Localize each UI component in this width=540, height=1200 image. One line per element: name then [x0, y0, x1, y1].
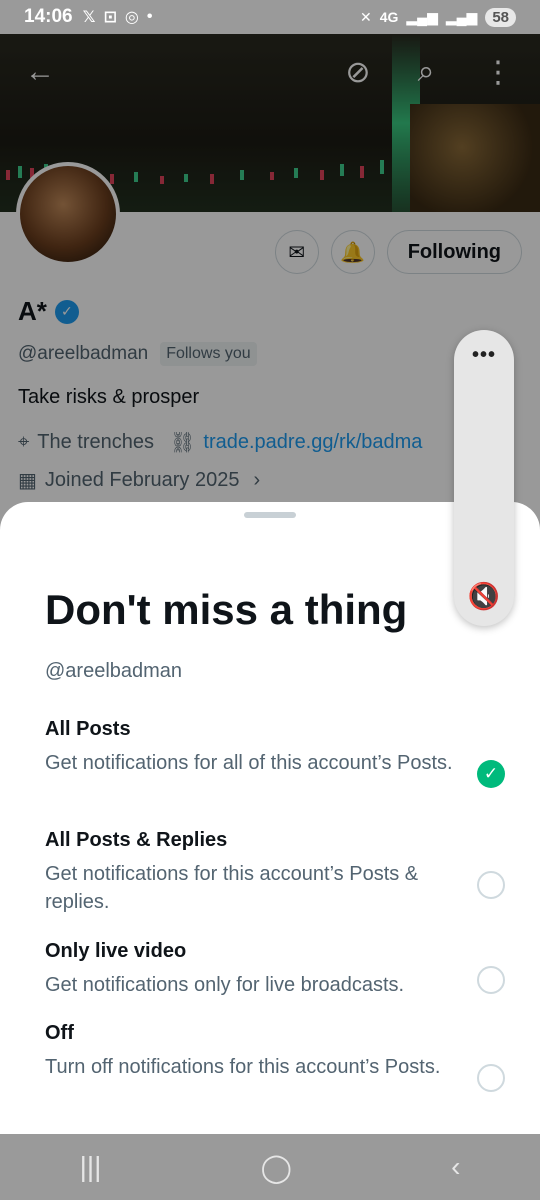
option-description: Get notifications for this account’s Pos…	[45, 863, 419, 913]
mute-icon: ✕	[359, 8, 372, 25]
sheet-grabber[interactable]	[244, 512, 296, 518]
signal-icon: ▂▄▆	[406, 8, 438, 25]
signal-icon-2: ▂▄▆	[445, 8, 478, 25]
sheet-handle: @areelbadman	[45, 660, 183, 682]
battery-icon: 58	[485, 7, 516, 27]
option-only-live-video[interactable]: Only live video Get notifications only f…	[45, 940, 505, 999]
radio-checked-icon[interactable]: ✓	[477, 760, 505, 788]
option-title: All Posts & Replies	[45, 829, 228, 851]
volume-mute-icon[interactable]: 🔇	[454, 581, 514, 612]
screenshot-icon: ⊡	[103, 9, 117, 26]
option-title: Only live video	[45, 940, 187, 962]
radio-unchecked-icon[interactable]	[477, 871, 505, 899]
back-icon[interactable]: ‹	[451, 1151, 460, 1183]
whatsapp-icon: ◎	[124, 9, 139, 26]
dot-icon: •	[146, 8, 153, 25]
radio-unchecked-icon[interactable]	[477, 966, 505, 994]
option-off[interactable]: Off Turn off notifications for this acco…	[45, 1022, 505, 1092]
option-description: Turn off notifications for this account’…	[45, 1056, 441, 1078]
option-all-posts-replies[interactable]: All Posts & Replies Get notifications fo…	[45, 829, 505, 916]
option-all-posts[interactable]: All Posts Get notifications for all of t…	[45, 718, 505, 788]
volume-panel[interactable]: ••• 🔇	[454, 330, 514, 626]
option-title: All Posts	[45, 718, 131, 740]
sheet-title: Don't miss a thing	[45, 586, 408, 633]
notification-icons: 𝕏 ⊡ ◎ •	[83, 7, 153, 27]
option-description: Get notifications only for live broadcas…	[45, 974, 405, 996]
home-icon[interactable]: ◯	[261, 1151, 292, 1184]
volume-menu-icon[interactable]: •••	[454, 344, 514, 367]
network-label: 4G	[379, 9, 399, 25]
status-bar: 14:06 𝕏 ⊡ ◎ • ✕ 4G ▂▄▆ ▂▄▆ 58	[0, 0, 540, 34]
option-title: Off	[45, 1022, 74, 1044]
recents-icon[interactable]: |||	[80, 1151, 102, 1183]
x-icon: 𝕏	[82, 9, 96, 26]
system-icons: ✕ 4G ▂▄▆ ▂▄▆ 58	[359, 7, 516, 27]
option-description: Get notifications for all of this accoun…	[45, 752, 453, 774]
status-time: 14:06	[24, 6, 73, 27]
system-nav-bar: ||| ◯ ‹	[0, 1134, 540, 1200]
radio-unchecked-icon[interactable]	[477, 1064, 505, 1092]
